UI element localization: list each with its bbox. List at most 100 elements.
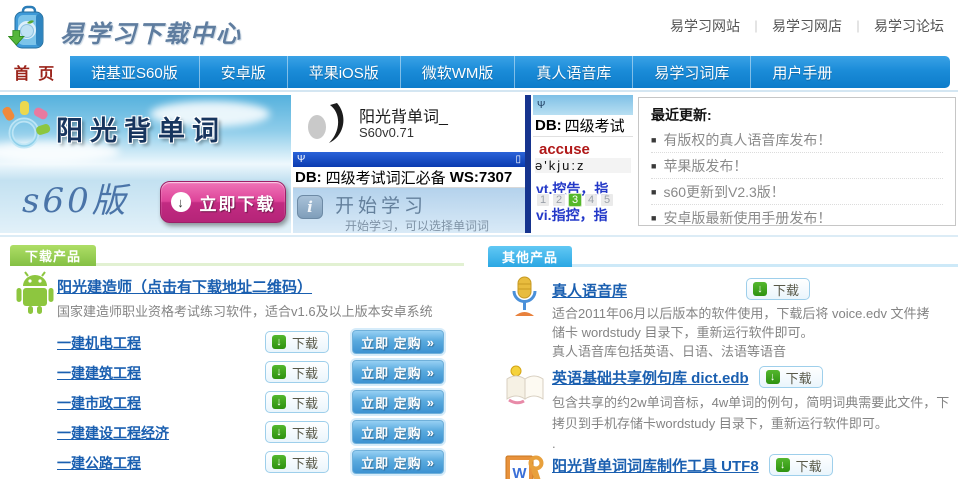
update-item: ■ s60更新到V2.3版！ bbox=[651, 179, 943, 205]
download-arrow-icon: ↓ bbox=[272, 455, 286, 469]
download-label: 下载 bbox=[292, 453, 318, 472]
page: 易学习下载中心 易学习网站 ｜ 易学习网店 ｜ 易学习论坛 首 页 诺基亚S60… bbox=[0, 0, 958, 479]
page-number: 4 bbox=[584, 193, 598, 207]
nav-item-voice[interactable]: 真人语音库 bbox=[515, 56, 633, 88]
other-product-link[interactable]: 英语基础共享例句库 dict.edb bbox=[552, 367, 749, 388]
download-button[interactable]: ↓ 下载 bbox=[265, 391, 329, 413]
other-product-desc-line: 包含共享的约2w单词音标，4w单词的例句，简明词典需要此文件，下 bbox=[552, 392, 949, 411]
download-button[interactable]: ↓ 下载 bbox=[265, 331, 329, 353]
other-product-row: 阳光背单词词库制作工具 UTF8 ↓ 下载 bbox=[552, 454, 833, 476]
download-button[interactable]: ↓ 下载 bbox=[759, 366, 823, 388]
order-now-button[interactable]: 立即 定购 » bbox=[352, 450, 444, 474]
recent-updates-title: 最近更新: bbox=[651, 105, 943, 125]
chevron-right-icon: » bbox=[427, 395, 435, 410]
product-link[interactable]: 一建建设工程经济 bbox=[57, 423, 169, 443]
battery-icon: ▯ bbox=[515, 154, 521, 165]
other-product-desc-line: 储卡 wordstudy 目录下，重新运行软件即可。 bbox=[552, 322, 813, 341]
order-now-button[interactable]: 立即 定购 » bbox=[352, 420, 444, 444]
download-button[interactable]: ↓ 下载 bbox=[265, 421, 329, 443]
other-product-desc-line: 真人语音库包括英语、日语、法语等语音 bbox=[552, 341, 786, 360]
dictionary-tool-icon: W bbox=[503, 451, 545, 479]
update-item: ■ 安卓版最新使用手册发布！ bbox=[651, 205, 943, 231]
bullet-icon: ■ bbox=[651, 213, 656, 223]
nav-item-s60[interactable]: 诺基亚S60版 bbox=[70, 56, 200, 88]
info-icon: i bbox=[297, 195, 323, 219]
bullet-icon: ■ bbox=[651, 187, 656, 197]
product-link[interactable]: 一建公路工程 bbox=[57, 453, 141, 473]
nav-underline bbox=[0, 90, 958, 92]
order-now-button[interactable]: 立即 定购 » bbox=[352, 390, 444, 414]
download-circle-icon: ↓ bbox=[171, 192, 191, 212]
update-item-text: 安卓版最新使用手册发布！ bbox=[663, 208, 831, 228]
banner-subtitle: s60版 bbox=[22, 173, 129, 222]
top-link-shop[interactable]: 易学习网店 bbox=[772, 16, 842, 36]
order-label: 立即 定购 bbox=[361, 423, 422, 442]
nav-item-manual[interactable]: 用户手册 bbox=[751, 56, 853, 88]
download-label: 下载 bbox=[292, 423, 318, 442]
product-title-link[interactable]: 阳光建造师（点击有下载地址二维码） bbox=[57, 276, 312, 297]
antenna-icon: Ψ bbox=[297, 154, 305, 165]
main-nav: 首 页 诺基亚S60版 安卓版 苹果iOS版 微软WM版 真人语音库 易学习词库… bbox=[0, 56, 950, 88]
pipe-separator: ｜ bbox=[852, 18, 864, 35]
other-product-desc-line: . bbox=[552, 436, 556, 451]
other-product-link[interactable]: 真人语音库 bbox=[552, 280, 627, 301]
order-now-button[interactable]: 立即 定购 » bbox=[352, 330, 444, 354]
others-tab-line bbox=[572, 264, 958, 267]
shot2-word: accuse bbox=[539, 141, 590, 158]
download-arrow-icon: ↓ bbox=[272, 425, 286, 439]
shot2-db-row: DB: 四级考试 bbox=[533, 115, 633, 137]
order-label: 立即 定购 bbox=[361, 393, 422, 412]
chevron-right-icon: » bbox=[427, 365, 435, 380]
product-row: 一建市政工程 ↓ 下载 立即 定购 » bbox=[0, 390, 470, 416]
download-label: 下载 bbox=[292, 333, 318, 352]
bullet-icon: ■ bbox=[651, 161, 656, 171]
pipe-separator: ｜ bbox=[750, 18, 762, 35]
download-arrow-icon: ↓ bbox=[766, 370, 780, 384]
download-arrow-icon: ↓ bbox=[272, 335, 286, 349]
banner-download-button[interactable]: ↓ 立即下载 bbox=[160, 181, 286, 223]
top-link-forum[interactable]: 易学习论坛 bbox=[874, 16, 944, 36]
nav-item-android[interactable]: 安卓版 bbox=[200, 56, 288, 88]
order-now-button[interactable]: 立即 定购 » bbox=[352, 360, 444, 384]
order-label: 立即 定购 bbox=[361, 363, 422, 382]
product-link[interactable]: 一建市政工程 bbox=[57, 393, 141, 413]
shot2-phonetic: ə'kju:z bbox=[535, 158, 631, 173]
shot1-menu-title: 开始学习 bbox=[335, 191, 427, 218]
shot1-db-name: 四级考试词汇必备 bbox=[326, 167, 446, 188]
product-row: 一建建设工程经济 ↓ 下载 立即 定购 » bbox=[0, 420, 470, 446]
download-button[interactable]: ↓ 下载 bbox=[265, 451, 329, 473]
page-number: 1 bbox=[536, 193, 550, 207]
chevron-right-icon: » bbox=[427, 335, 435, 350]
top-link-website[interactable]: 易学习网站 bbox=[670, 16, 740, 36]
section-separator bbox=[0, 235, 958, 237]
other-product-desc-line: 拷贝到手机存储卡wordstudy 目录下，重新运行软件即可。 bbox=[552, 413, 888, 432]
open-book-icon bbox=[503, 363, 547, 410]
download-arrow-icon: ↓ bbox=[272, 395, 286, 409]
shot2-db-name: 四级考试 bbox=[565, 115, 625, 136]
nav-item-dict[interactable]: 易学习词库 bbox=[633, 56, 751, 88]
shot1-menu-desc: 开始学习，可以选择单词词 bbox=[345, 217, 489, 233]
download-button[interactable]: ↓ 下载 bbox=[746, 278, 810, 300]
chevron-right-icon: » bbox=[427, 425, 435, 440]
bullet-icon: ■ bbox=[651, 135, 656, 145]
product-description: 国家建造师职业资格考试练习软件，适合v1.6及以上版本安卓系统 bbox=[57, 301, 433, 320]
antenna-icon: Ψ bbox=[537, 100, 545, 111]
product-link[interactable]: 一建建筑工程 bbox=[57, 363, 141, 383]
phone-screenshot-1: 阳光背单词_ S60v0.71 Ψ ▯ DB: 四级考试词汇必备 WS:7307… bbox=[293, 95, 531, 233]
banner-title: 阳光背单词 bbox=[56, 109, 226, 148]
nav-home-tab[interactable]: 首 页 bbox=[0, 56, 70, 88]
order-label: 立即 定购 bbox=[361, 333, 422, 352]
app-logo-icon bbox=[303, 101, 351, 152]
download-button[interactable]: ↓ 下载 bbox=[265, 361, 329, 383]
product-link[interactable]: 一建机电工程 bbox=[57, 333, 141, 353]
banner-download-label: 立即下载 bbox=[200, 190, 276, 215]
product-row: 一建公路工程 ↓ 下载 立即 定购 » bbox=[0, 450, 470, 476]
product-row: 一建建筑工程 ↓ 下载 立即 定购 » bbox=[0, 360, 470, 386]
nav-item-ios[interactable]: 苹果iOS版 bbox=[288, 56, 401, 88]
download-button[interactable]: ↓ 下载 bbox=[769, 454, 833, 476]
shot1-header: 阳光背单词_ S60v0.71 bbox=[293, 95, 525, 152]
top-links: 易学习网站 ｜ 易学习网店 ｜ 易学习论坛 bbox=[670, 16, 944, 36]
site-logo[interactable]: 易学习下载中心 bbox=[8, 5, 242, 58]
nav-item-wm[interactable]: 微软WM版 bbox=[401, 56, 516, 88]
other-product-link[interactable]: 阳光背单词词库制作工具 UTF8 bbox=[552, 455, 759, 476]
